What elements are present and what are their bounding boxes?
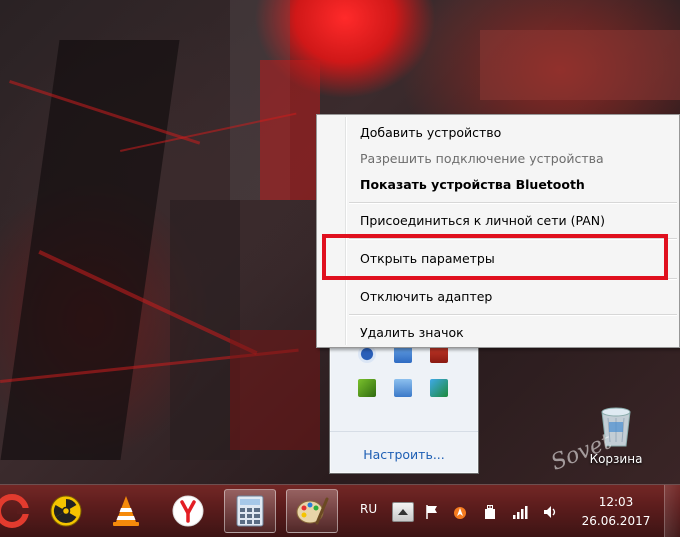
menu-separator (349, 238, 677, 240)
show-desktop-button[interactable] (664, 485, 680, 537)
menu-item-join-pan[interactable]: Присоединиться к личной сети (PAN) (319, 207, 677, 233)
wallpaper-streak (230, 330, 320, 450)
signal-icon[interactable] (512, 504, 528, 520)
clock-time: 12:03 (598, 495, 634, 509)
taskbar-ccleaner[interactable] (0, 489, 38, 533)
bluetooth-context-menu: Добавить устройство Разрешить подключени… (316, 114, 680, 348)
paint-icon (296, 497, 329, 525)
clock[interactable]: 12:03 26.06.2017 (578, 493, 654, 531)
menu-item-show-bluetooth-devices[interactable]: Показать устройства Bluetooth (319, 171, 677, 197)
menu-separator (349, 202, 677, 204)
wallpaper-streak (480, 30, 680, 100)
wallpaper-streak (260, 60, 320, 200)
menu-item-allow-connection: Разрешить подключение устройства (360, 150, 604, 166)
menu-separator (349, 314, 677, 316)
taskbar-calculator[interactable] (224, 489, 276, 533)
vlc-icon (113, 496, 139, 526)
menu-item-disable-adapter[interactable]: Отключить адаптер (319, 283, 677, 309)
taskbar-vlc[interactable] (100, 489, 152, 533)
calculator-icon (236, 495, 264, 527)
taskbar-radiation-app[interactable] (40, 489, 92, 533)
chevron-up-icon (398, 509, 408, 515)
taskbar-paint[interactable] (286, 489, 338, 533)
yandex-browser-icon (172, 495, 204, 527)
language-indicator[interactable]: RU (360, 502, 377, 516)
ccleaner-icon (0, 494, 29, 528)
menu-item-add-device[interactable]: Добавить устройство (319, 119, 677, 145)
customize-link[interactable]: Настроить... (330, 431, 478, 476)
menu-separator (349, 278, 677, 280)
clock-date: 26.06.2017 (581, 514, 651, 528)
wallpaper-shape (0, 40, 180, 460)
volume-icon[interactable] (542, 504, 558, 520)
show-hidden-icons-button[interactable] (392, 502, 414, 522)
updater-icon[interactable] (430, 379, 448, 397)
nvidia-icon[interactable] (358, 379, 376, 397)
avast-icon[interactable] (452, 504, 468, 520)
menu-item-remove-icon[interactable]: Удалить значок (319, 319, 677, 345)
menu-item-open-settings[interactable]: Открыть параметры (319, 245, 677, 271)
display-icon[interactable] (394, 379, 412, 397)
usb-icon[interactable] (482, 504, 498, 520)
taskbar: RU 12:03 26.06.2017 (0, 484, 680, 537)
taskbar-yandex-browser[interactable] (162, 489, 214, 533)
flag-icon[interactable] (424, 504, 440, 520)
notification-overflow-panel: Настроить... (329, 330, 479, 474)
radiation-icon (50, 495, 82, 527)
